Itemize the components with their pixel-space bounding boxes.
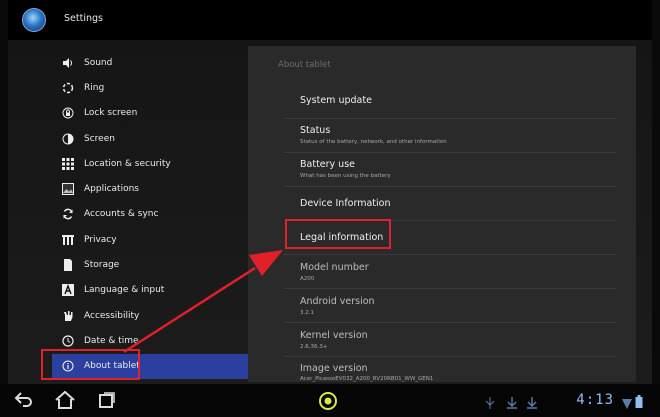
download-icon xyxy=(506,394,518,413)
status-clock: 4:13 xyxy=(576,392,614,408)
home-icon[interactable] xyxy=(54,390,76,414)
recent-apps-icon[interactable] xyxy=(97,390,117,414)
usb-icon xyxy=(484,394,496,413)
system-nav-bar: 4:13 xyxy=(0,384,660,417)
annotation-arrow xyxy=(123,250,283,354)
launcher-icon[interactable] xyxy=(318,391,338,415)
back-icon[interactable] xyxy=(14,390,34,414)
download-complete-icon xyxy=(526,394,538,413)
wifi-icon xyxy=(622,394,632,413)
tablet-screen: Settings Sound Ring Lock screen Screen L… xyxy=(0,0,660,417)
battery-icon xyxy=(635,393,643,412)
